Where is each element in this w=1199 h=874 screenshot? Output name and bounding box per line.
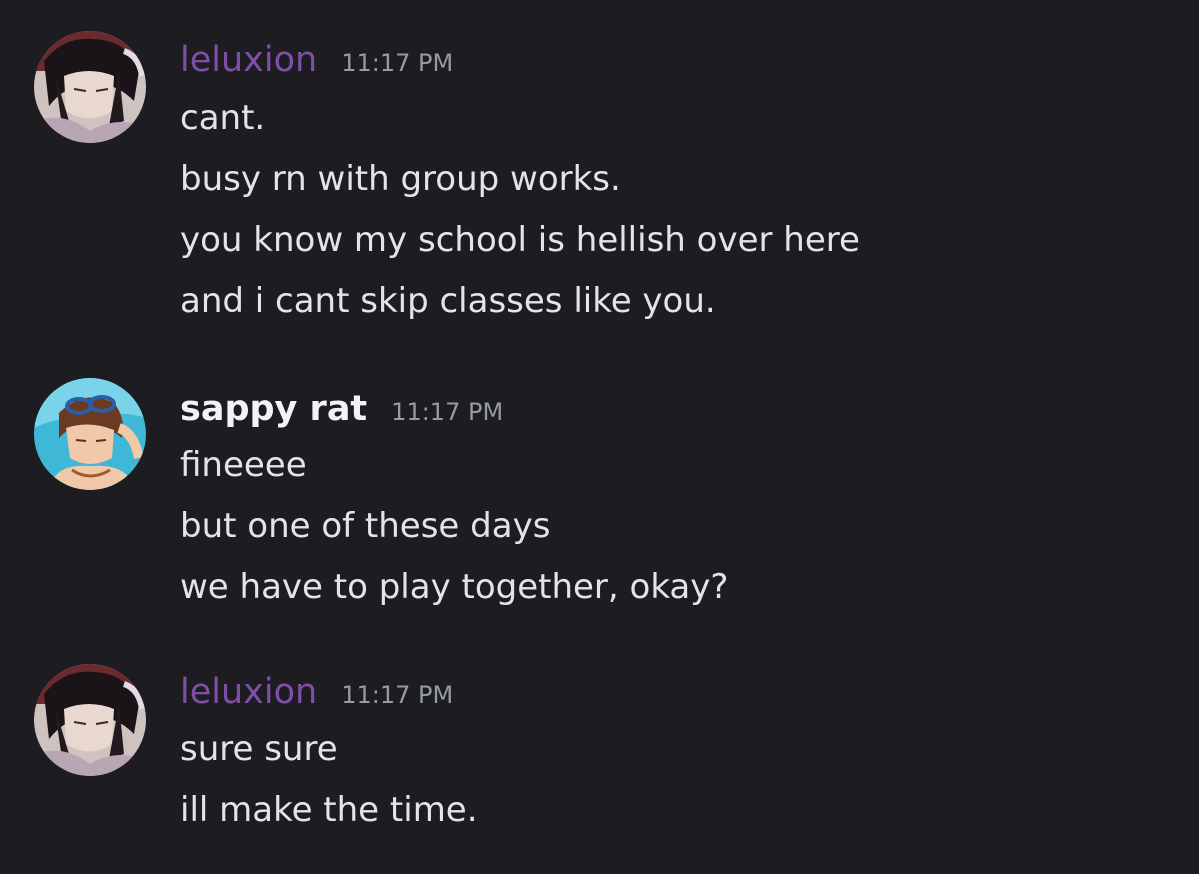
message-text: and i cant skip classes like you. [180, 281, 716, 321]
message-text: sure sure [180, 729, 338, 769]
message-text: fineeee [180, 445, 307, 485]
message-text: you know my school is hellish over here [180, 220, 860, 260]
message-text: busy rn with group works. [180, 159, 621, 199]
brown-haired-swimmer-anime-avatar-icon [34, 378, 146, 490]
dark-haired-anime-character-avatar-icon [34, 664, 146, 776]
timestamp: 11:17 PM [341, 49, 454, 77]
message-text: but one of these days [180, 506, 551, 546]
message-header: sappy rat 11:17 PM [180, 389, 503, 429]
username[interactable]: leluxion [180, 672, 317, 712]
avatar[interactable] [34, 664, 146, 776]
message-text: we have to play together, okay? [180, 567, 729, 607]
message-text: cant. [180, 98, 266, 138]
username[interactable]: sappy rat [180, 389, 367, 429]
dark-haired-anime-character-avatar-icon [34, 31, 146, 143]
message-text: ill make the time. [180, 790, 478, 830]
timestamp: 11:17 PM [391, 398, 504, 426]
message-header: leluxion 11:17 PM [180, 672, 453, 712]
avatar[interactable] [34, 378, 146, 490]
message-header: leluxion 11:17 PM [180, 40, 453, 80]
timestamp: 11:17 PM [341, 681, 454, 709]
username[interactable]: leluxion [180, 40, 317, 80]
avatar[interactable] [34, 31, 146, 143]
chat-message-list: leluxion 11:17 PM cant. busy rn with gro… [0, 0, 1199, 874]
